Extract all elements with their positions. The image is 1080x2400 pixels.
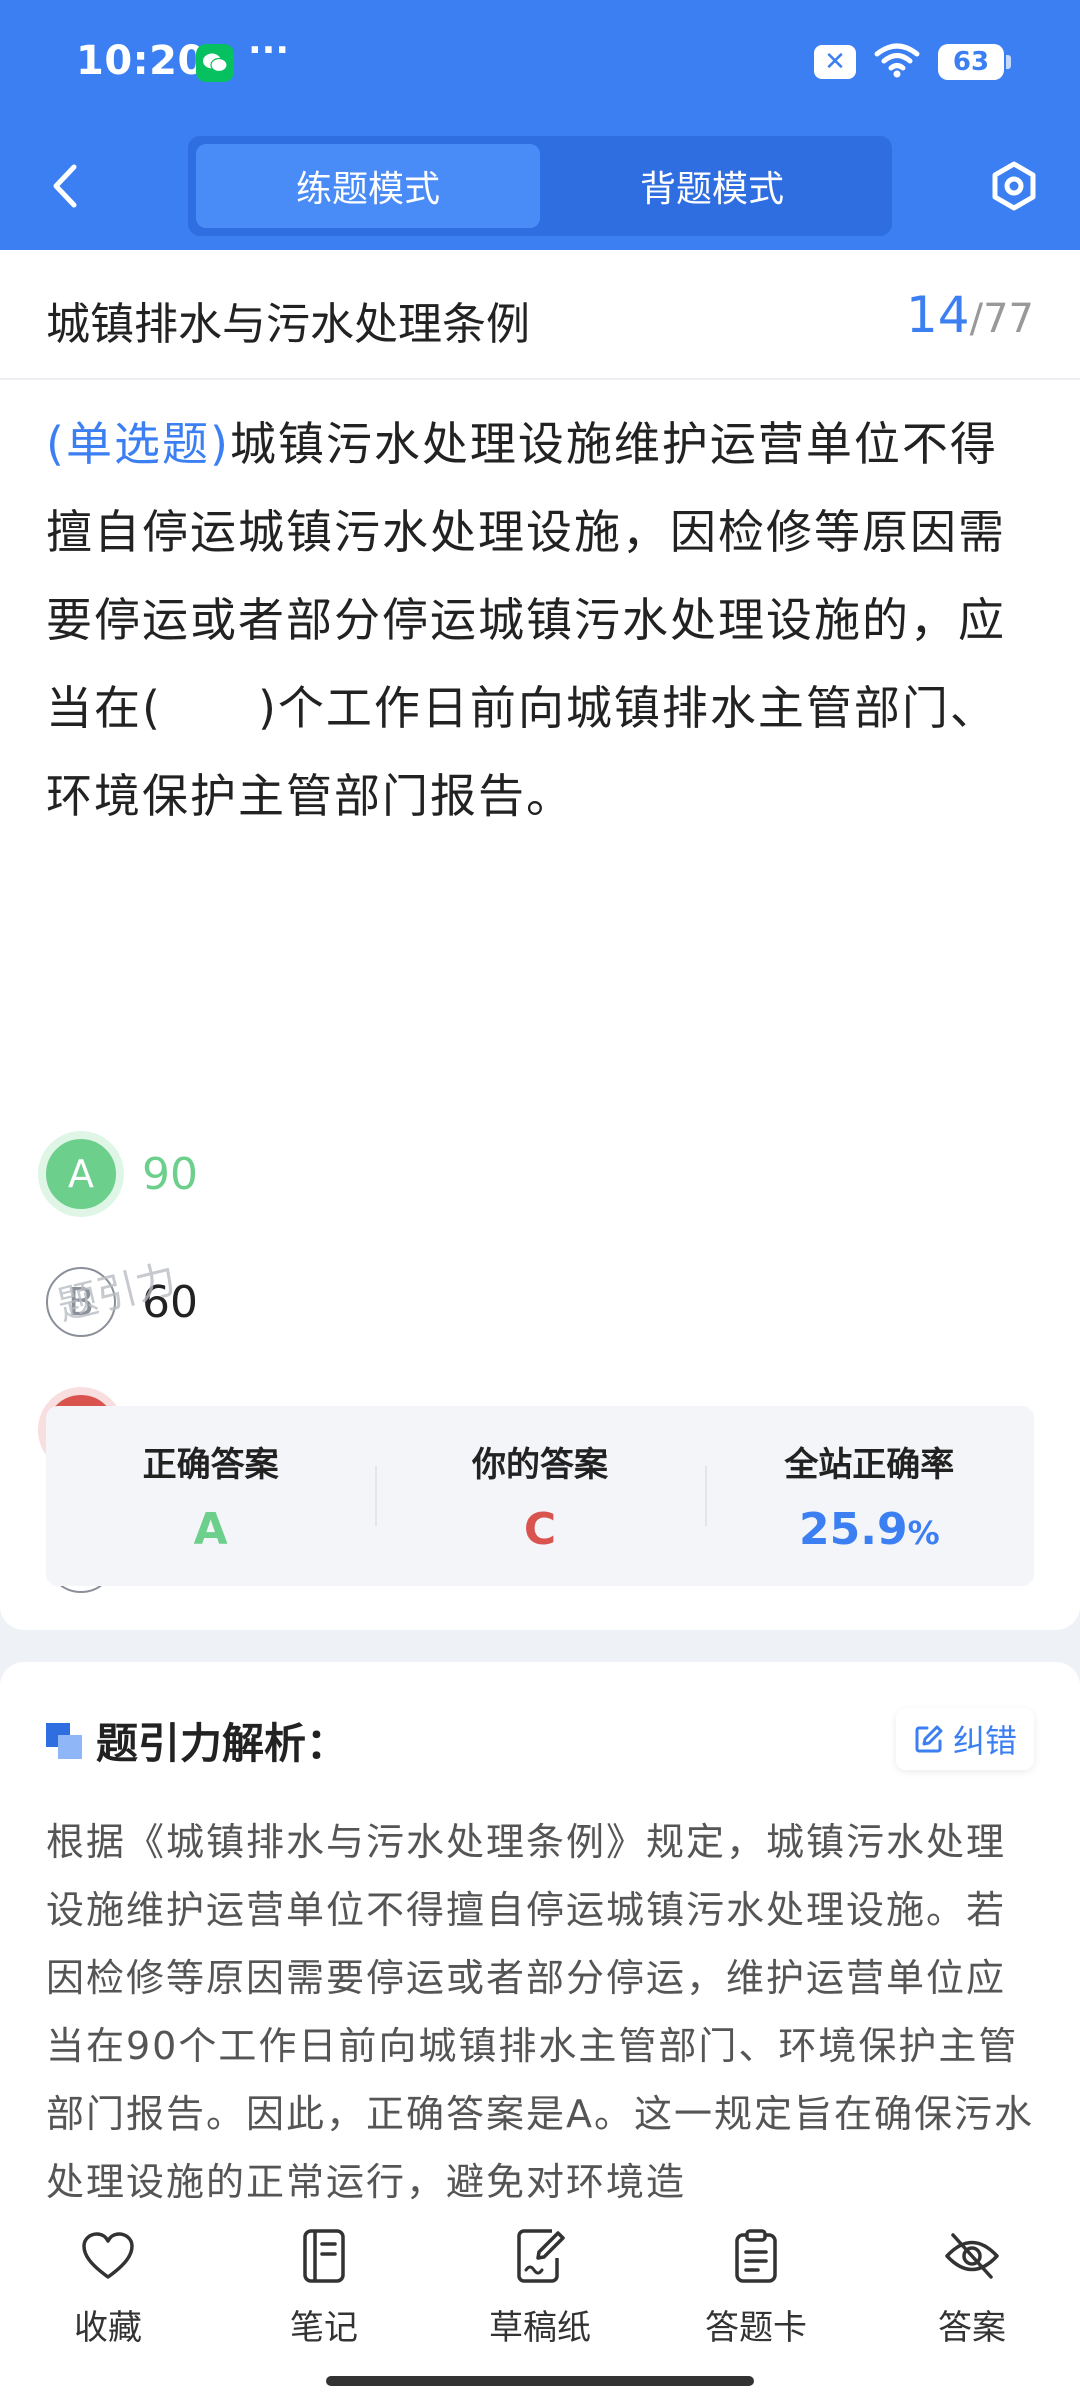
home-indicator[interactable] — [326, 2376, 754, 2386]
scratch-paper-icon — [510, 2226, 570, 2286]
answer-card-label: 答题卡 — [705, 2308, 807, 2348]
wifi-icon — [874, 42, 920, 82]
correct-answer-label: 正确答案 — [142, 1445, 279, 1485]
question-type: (单选题) — [46, 417, 230, 471]
chevron-left-icon — [53, 164, 77, 208]
question-card: 城镇排水与污水处理条例 14/77 (单选题)城镇污水处理设施维护运营单位不得擅… — [0, 250, 1080, 1630]
answer-card-button[interactable]: 答题卡 — [676, 2226, 836, 2349]
option-a[interactable]: A 90 — [46, 1137, 646, 1211]
eye-off-icon — [942, 2226, 1002, 2286]
answer-summary: 正确答案 A 你的答案 C 全站正确率 25.9% — [46, 1406, 1034, 1586]
status-icons: ✕ 63 — [814, 42, 1011, 82]
status-bar: 10:20 ··· ✕ 63 — [0, 0, 1080, 125]
edit-icon — [915, 1725, 943, 1753]
accuracy-number: 25.9 — [799, 1504, 908, 1555]
total-question-count: /77 — [969, 296, 1034, 342]
clipboard-icon — [726, 2226, 786, 2286]
user-answer-label: 你的答案 — [471, 1445, 608, 1485]
analysis-title: 题引力解析： — [96, 1719, 349, 1768]
correct-answer-block: 正确答案 A — [46, 1406, 375, 1586]
status-time: 10:20 — [76, 38, 206, 84]
option-text: 90 — [142, 1148, 198, 1200]
user-answer-block: 你的答案 C — [375, 1406, 704, 1586]
analysis-text: 根据《城镇排水与污水处理条例》规定，城镇污水处理设施维护运营单位不得擅自停运城镇… — [46, 1820, 1034, 2204]
wechat-icon — [196, 44, 234, 82]
question-text: 城镇污水处理设施维护运营单位不得擅自停运城镇污水处理设施，因检修等原因需要停运或… — [46, 417, 1006, 823]
more-notifications-icon: ··· — [248, 30, 290, 71]
chapter-row: 城镇排水与污水处理条例 14/77 — [0, 250, 1080, 380]
toggle-answer-button[interactable]: 答案 — [892, 2226, 1052, 2349]
back-button[interactable] — [40, 158, 90, 214]
accuracy-label: 全站正确率 — [784, 1445, 955, 1485]
analysis-header: 题引力解析： — [46, 1710, 348, 1771]
mode-switch: 练题模式 背题模式 — [188, 136, 892, 236]
report-error-button[interactable]: 纠错 — [896, 1708, 1034, 1770]
favorite-label: 收藏 — [74, 2308, 142, 2348]
settings-hexagon-icon — [992, 161, 1036, 211]
question-stem: (单选题)城镇污水处理设施维护运营单位不得擅自停运城镇污水处理设施，因检修等原因… — [46, 400, 1036, 840]
question-progress: 14/77 — [906, 286, 1034, 344]
tab-practice-mode[interactable]: 练题模式 — [196, 144, 540, 228]
toggle-answer-label: 答案 — [938, 2308, 1006, 2348]
current-question-number: 14 — [906, 286, 970, 344]
bottom-toolbar: 收藏 笔记 草稿纸 答题卡 答案 — [0, 2200, 1080, 2400]
accuracy-block: 全站正确率 25.9% — [704, 1406, 1034, 1586]
analysis-card: 题引力解析： 纠错 根据《城镇排水与污水处理条例》规定，城镇污水处理设施维护运营… — [0, 1662, 1080, 2222]
notebook-icon — [294, 2226, 354, 2286]
no-sim-icon: ✕ — [814, 45, 856, 79]
notes-label: 笔记 — [290, 2308, 358, 2348]
accuracy-unit: % — [907, 1514, 940, 1552]
heart-icon — [78, 2226, 138, 2286]
correct-answer-value: A — [193, 1504, 228, 1555]
favorite-button[interactable]: 收藏 — [28, 2226, 188, 2349]
accuracy-value: 25.9% — [799, 1504, 940, 1555]
report-error-label: 纠错 — [952, 1722, 1017, 1760]
battery-indicator: 63 — [938, 44, 1011, 80]
user-answer-value: C — [523, 1504, 557, 1555]
tab-memorize-mode[interactable]: 背题模式 — [540, 144, 884, 228]
header: 10:20 ··· ✕ 63 练题模式 背题模式 — [0, 0, 1080, 250]
chapter-title: 城镇排水与污水处理条例 — [46, 299, 530, 350]
settings-button[interactable] — [984, 156, 1044, 216]
option-letter: A — [46, 1139, 116, 1209]
scratch-paper-label: 草稿纸 — [489, 2308, 591, 2348]
notes-button[interactable]: 笔记 — [244, 2226, 404, 2349]
scratch-paper-button[interactable]: 草稿纸 — [460, 2226, 620, 2349]
analysis-logo-icon — [46, 1722, 82, 1759]
